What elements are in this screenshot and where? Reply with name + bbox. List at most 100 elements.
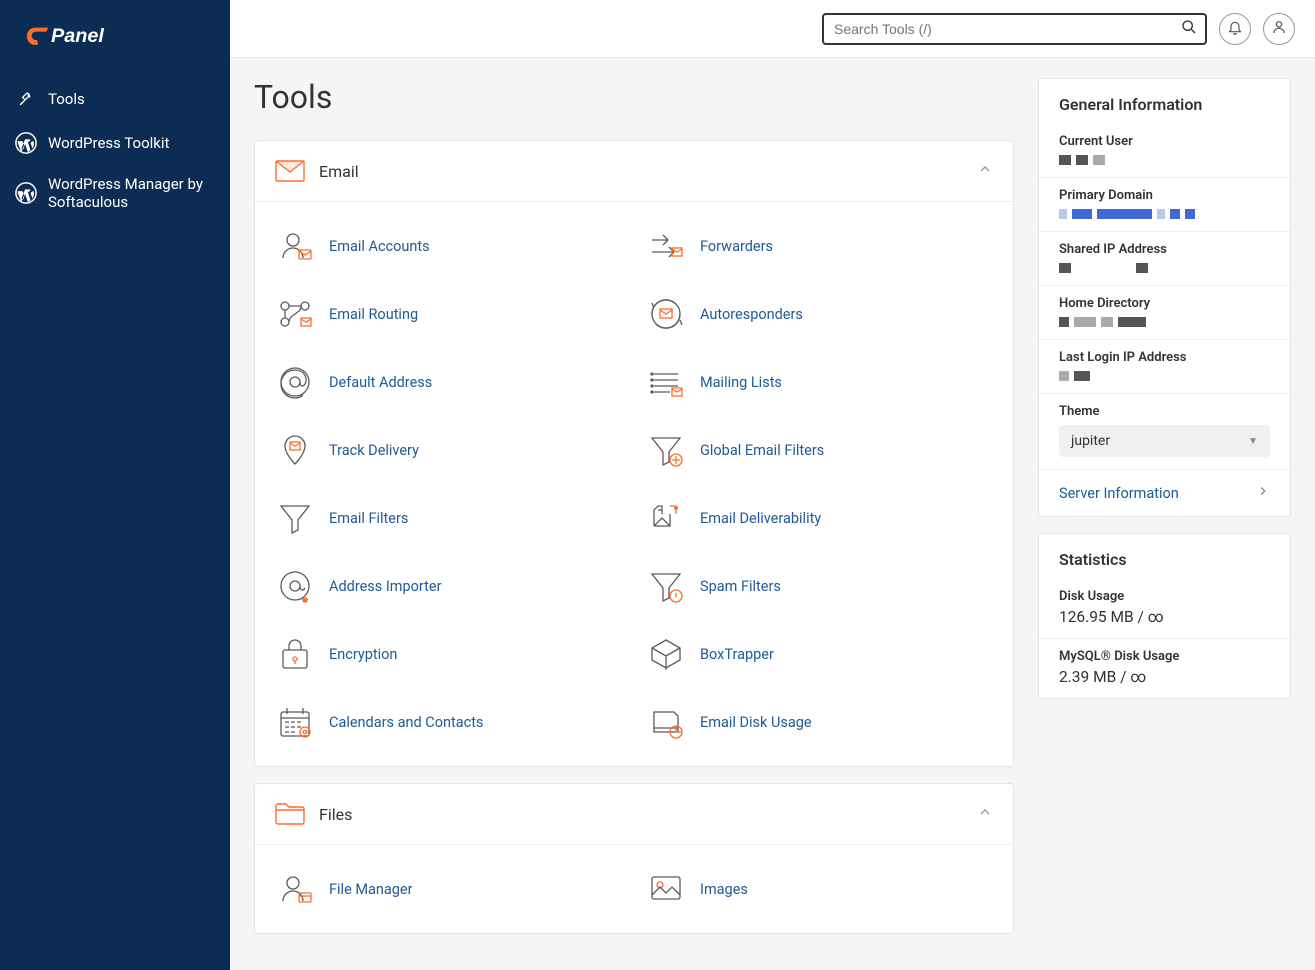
images-icon: [646, 869, 686, 909]
chevron-up-icon: [977, 161, 993, 181]
primary-domain-value[interactable]: [1059, 209, 1270, 219]
tool-label: Default Address: [329, 374, 432, 391]
stat-label: Disk Usage: [1059, 589, 1270, 604]
panel-email: Email Email Accounts Forwarders Email Rout…: [254, 140, 1014, 767]
tool-label: Encryption: [329, 646, 397, 663]
sidebar-item-wordpress-toolkit[interactable]: WordPress Toolkit: [0, 121, 230, 165]
boxtrapper-icon: [646, 634, 686, 674]
default-address-icon: [275, 362, 315, 402]
tool-global-email-filters[interactable]: Global Email Filters: [634, 416, 1005, 484]
sidebar-item-label: WordPress Manager by Softaculous: [48, 175, 216, 211]
tool-label: Spam Filters: [700, 578, 781, 595]
sidebar-item-label: Tools: [48, 90, 85, 108]
tool-label: Email Disk Usage: [700, 714, 812, 731]
tool-label: Mailing Lists: [700, 374, 782, 391]
notifications-button[interactable]: [1219, 13, 1251, 45]
tool-label: Autoresponders: [700, 306, 803, 323]
tool-label: BoxTrapper: [700, 646, 774, 663]
theme-label: Theme: [1059, 404, 1270, 419]
home-dir-value: [1059, 317, 1270, 327]
tool-email-filters[interactable]: Email Filters: [263, 484, 634, 552]
tool-encryption[interactable]: Encryption: [263, 620, 634, 688]
panel-header-files[interactable]: Files: [255, 784, 1013, 845]
stats-title: Statistics: [1039, 534, 1290, 579]
panel-title: Files: [319, 805, 977, 824]
tool-email-deliverability[interactable]: Email Deliverability: [634, 484, 1005, 552]
cpanel-logo[interactable]: Panel: [0, 20, 230, 77]
tool-label: File Manager: [329, 881, 413, 898]
statistics-panel: Statistics Disk Usage 126.95 MB / ∞ MySQ…: [1038, 533, 1291, 699]
email-routing-icon: [275, 294, 315, 334]
tool-label: Forwarders: [700, 238, 773, 255]
tool-label: Address Importer: [329, 578, 442, 595]
svg-text:Panel: Panel: [51, 25, 104, 47]
sidebar-item-label: WordPress Toolkit: [48, 134, 169, 152]
topbar: [230, 0, 1315, 58]
forwarders-icon: [646, 226, 686, 266]
wordpress-icon: [14, 181, 38, 205]
sidebar-item-wordpress-manager[interactable]: WordPress Manager by Softaculous: [0, 165, 230, 221]
tool-images[interactable]: Images: [634, 855, 1005, 923]
tool-autoresponders[interactable]: Autoresponders: [634, 280, 1005, 348]
server-information-link[interactable]: Server Information: [1039, 470, 1290, 516]
email-filters-icon: [275, 498, 315, 538]
theme-value: jupiter: [1071, 433, 1110, 449]
home-dir-label: Home Directory: [1059, 296, 1270, 311]
spam-filters-icon: [646, 566, 686, 606]
tool-forwarders[interactable]: Forwarders: [634, 212, 1005, 280]
current-user-label: Current User: [1059, 134, 1270, 149]
folder-icon: [275, 802, 305, 826]
encryption-icon: [275, 634, 315, 674]
tool-label: Global Email Filters: [700, 442, 824, 459]
search-box: [822, 13, 1207, 45]
tool-default-address[interactable]: Default Address: [263, 348, 634, 416]
last-login-value: [1059, 371, 1270, 381]
user-menu-button[interactable]: [1263, 13, 1295, 45]
global-email-filters-icon: [646, 430, 686, 470]
wordpress-icon: [14, 131, 38, 155]
tools-icon: [14, 87, 38, 111]
calendars-and-contacts-icon: [275, 702, 315, 742]
autoresponders-icon: [646, 294, 686, 334]
tool-spam-filters[interactable]: Spam Filters: [634, 552, 1005, 620]
theme-select[interactable]: jupiter ▼: [1059, 425, 1270, 457]
tool-label: Images: [700, 881, 748, 898]
search-icon[interactable]: [1181, 19, 1197, 39]
shared-ip-label: Shared IP Address: [1059, 242, 1270, 257]
tool-calendars-and-contacts[interactable]: Calendars and Contacts: [263, 688, 634, 756]
tool-file-manager[interactable]: File Manager: [263, 855, 634, 923]
panel-files: Files File Manager Images: [254, 783, 1014, 934]
tool-label: Email Routing: [329, 306, 418, 323]
email-deliverability-icon: [646, 498, 686, 538]
tool-label: Track Delivery: [329, 442, 419, 459]
file-manager-icon: [275, 869, 315, 909]
tool-email-accounts[interactable]: Email Accounts: [263, 212, 634, 280]
tool-boxtrapper[interactable]: BoxTrapper: [634, 620, 1005, 688]
primary-domain-label: Primary Domain: [1059, 188, 1270, 203]
tool-track-delivery[interactable]: Track Delivery: [263, 416, 634, 484]
tool-email-disk-usage[interactable]: Email Disk Usage: [634, 688, 1005, 756]
chevron-right-icon: [1256, 484, 1270, 502]
stat-value: 2.39 MB / ∞: [1059, 668, 1270, 686]
tool-label: Email Filters: [329, 510, 408, 527]
tool-label: Email Deliverability: [700, 510, 821, 527]
search-input[interactable]: [822, 13, 1207, 45]
panel-header-email[interactable]: Email: [255, 141, 1013, 202]
bell-icon: [1227, 19, 1243, 39]
mailing-lists-icon: [646, 362, 686, 402]
tool-label: Calendars and Contacts: [329, 714, 483, 731]
sidebar-item-tools[interactable]: Tools: [0, 77, 230, 121]
chevron-up-icon: [977, 804, 993, 824]
email-disk-usage-icon: [646, 702, 686, 742]
tool-label: Email Accounts: [329, 238, 430, 255]
address-importer-icon: [275, 566, 315, 606]
tool-mailing-lists[interactable]: Mailing Lists: [634, 348, 1005, 416]
sidebar: Panel Tools WordPress Toolkit WordPress …: [0, 0, 230, 970]
stat-value: 126.95 MB / ∞: [1059, 608, 1270, 626]
server-info-label: Server Information: [1059, 485, 1179, 502]
tool-address-importer[interactable]: Address Importer: [263, 552, 634, 620]
tool-email-routing[interactable]: Email Routing: [263, 280, 634, 348]
track-delivery-icon: [275, 430, 315, 470]
user-icon: [1271, 19, 1287, 39]
page-title: Tools: [254, 78, 1014, 116]
